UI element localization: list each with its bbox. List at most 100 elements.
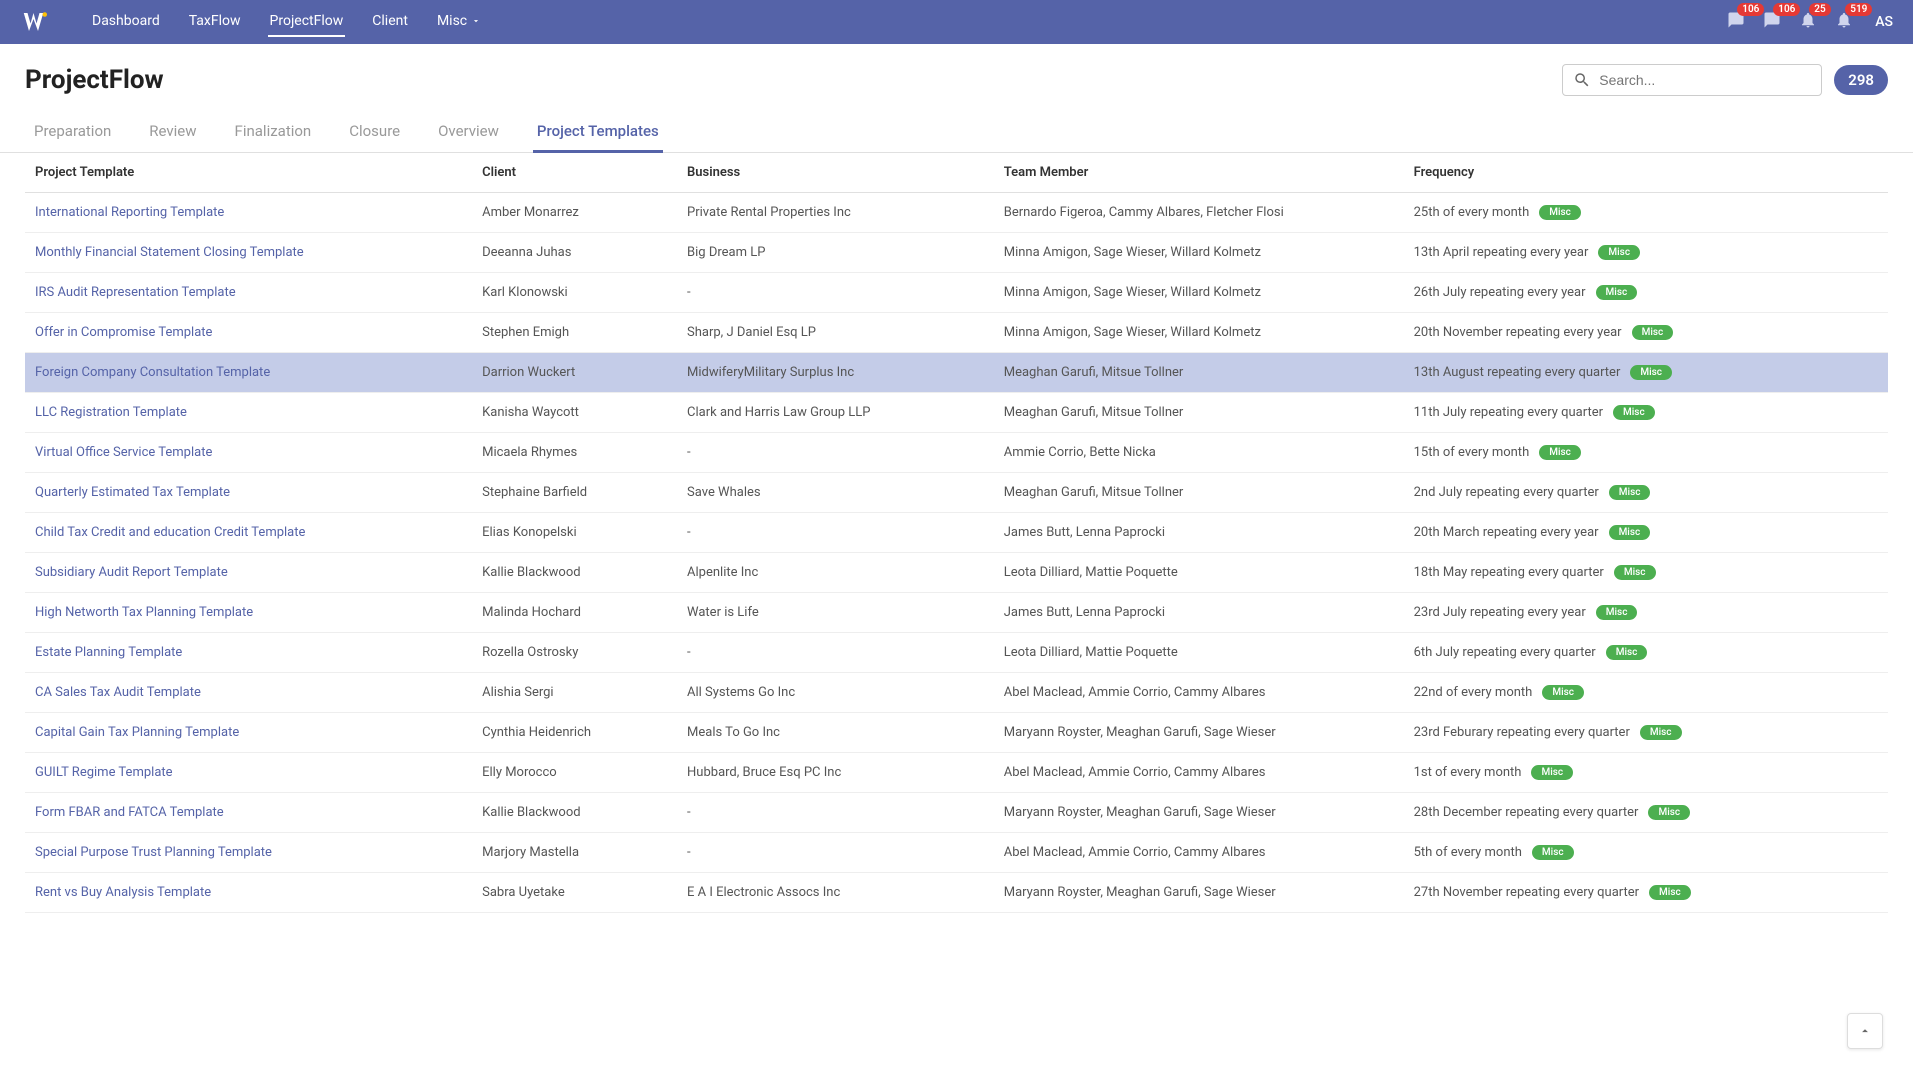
nav-item-projectflow[interactable]: ProjectFlow (268, 7, 346, 37)
table-row[interactable]: Foreign Company Consultation TemplateDar… (25, 353, 1888, 393)
notification-bell-3[interactable]: 519 (1835, 11, 1853, 33)
template-link[interactable]: Rent vs Buy Analysis Template (35, 885, 211, 900)
misc-badge[interactable]: Misc (1649, 885, 1691, 900)
misc-badge[interactable]: Misc (1532, 845, 1574, 860)
table-row[interactable]: Subsidiary Audit Report TemplateKallie B… (25, 553, 1888, 593)
table-row[interactable]: Special Purpose Trust Planning Template M… (25, 833, 1888, 873)
frequency-text: 27th November repeating every quarter (1414, 885, 1639, 900)
business-cell: Alpenlite Inc (677, 553, 994, 593)
nav-item-misc[interactable]: Misc (435, 7, 483, 37)
page-title: ProjectFlow (25, 65, 164, 95)
nav-item-client[interactable]: Client (370, 7, 410, 37)
col-header-client[interactable]: Client (472, 153, 677, 193)
table-row[interactable]: Monthly Financial Statement Closing Temp… (25, 233, 1888, 273)
team-cell: Bernardo Figeroa, Cammy Albares, Fletche… (994, 193, 1404, 233)
nav-item-dashboard[interactable]: Dashboard (90, 7, 162, 37)
template-link[interactable]: Special Purpose Trust Planning Template (35, 845, 272, 860)
business-cell: - (677, 793, 994, 833)
table-row[interactable]: Rent vs Buy Analysis TemplateSabra Uyeta… (25, 873, 1888, 913)
misc-badge[interactable]: Misc (1648, 805, 1690, 820)
client-cell: Kanisha Waycott (472, 393, 677, 433)
template-link[interactable]: CA Sales Tax Audit Template (35, 685, 201, 700)
team-cell: Maryann Royster, Meaghan Garufi, Sage Wi… (994, 793, 1404, 833)
table-wrap: Project Template Client Business Team Me… (0, 153, 1913, 913)
search-box[interactable] (1562, 64, 1822, 96)
templates-table: Project Template Client Business Team Me… (25, 153, 1888, 913)
template-link[interactable]: Foreign Company Consultation Template (35, 365, 270, 380)
business-cell: Hubbard, Bruce Esq PC Inc (677, 753, 994, 793)
misc-badge[interactable]: Misc (1531, 765, 1573, 780)
table-row[interactable]: IRS Audit Representation TemplateKarl Kl… (25, 273, 1888, 313)
col-header-team[interactable]: Team Member (994, 153, 1404, 193)
client-cell: Malinda Hochard (472, 593, 677, 633)
frequency-text: 28th December repeating every quarter (1414, 805, 1639, 820)
misc-badge[interactable]: Misc (1609, 485, 1651, 500)
template-link[interactable]: Capital Gain Tax Planning Template (35, 725, 239, 740)
tab-review[interactable]: Review (145, 112, 200, 153)
tab-closure[interactable]: Closure (345, 112, 404, 153)
table-row[interactable]: CA Sales Tax Audit TemplateAlishia Sergi… (25, 673, 1888, 713)
notification-bell-2[interactable]: 25 (1799, 11, 1817, 33)
misc-badge[interactable]: Misc (1539, 205, 1581, 220)
misc-badge[interactable]: Misc (1539, 445, 1581, 460)
table-row[interactable]: Quarterly Estimated Tax Template Stephain… (25, 473, 1888, 513)
misc-badge[interactable]: Misc (1606, 645, 1648, 660)
table-row[interactable]: GUILT Regime TemplateElly MoroccoHubbard… (25, 753, 1888, 793)
table-row[interactable]: International Reporting TemplateAmber Mo… (25, 193, 1888, 233)
misc-badge[interactable]: Misc (1630, 365, 1672, 380)
template-link[interactable]: LLC Registration Template (35, 405, 187, 420)
table-row[interactable]: Child Tax Credit and education Credit Te… (25, 513, 1888, 553)
template-link[interactable]: Quarterly Estimated Tax Template (35, 485, 230, 500)
table-row[interactable]: Offer in Compromise TemplateStephen Emig… (25, 313, 1888, 353)
table-row[interactable]: Form FBAR and FATCA TemplateKallie Black… (25, 793, 1888, 833)
notification-chat-0[interactable]: 106 (1727, 11, 1745, 33)
business-cell: - (677, 833, 994, 873)
tab-overview[interactable]: Overview (434, 112, 503, 153)
misc-badge[interactable]: Misc (1614, 565, 1656, 580)
template-link[interactable]: Monthly Financial Statement Closing Temp… (35, 245, 304, 260)
table-row[interactable]: Virtual Office Service TemplateMicaela R… (25, 433, 1888, 473)
misc-badge[interactable]: Misc (1596, 285, 1638, 300)
template-link[interactable]: Child Tax Credit and education Credit Te… (35, 525, 305, 540)
template-link[interactable]: Subsidiary Audit Report Template (35, 565, 228, 580)
template-link[interactable]: GUILT Regime Template (35, 765, 173, 780)
scroll-top-button[interactable] (1847, 1013, 1883, 1049)
topbar-right: 106 106 25 519 AS (1727, 11, 1893, 33)
template-link[interactable]: Form FBAR and FATCA Template (35, 805, 224, 820)
misc-badge[interactable]: Misc (1542, 685, 1584, 700)
notification-badge: 519 (1845, 3, 1872, 16)
table-row[interactable]: Capital Gain Tax Planning TemplateCynthi… (25, 713, 1888, 753)
tab-finalization[interactable]: Finalization (231, 112, 316, 153)
client-cell: Stephaine Barfield (472, 473, 677, 513)
misc-badge[interactable]: Misc (1609, 525, 1651, 540)
template-link[interactable]: IRS Audit Representation Template (35, 285, 236, 300)
frequency-text: 26th July repeating every year (1414, 285, 1586, 300)
app-logo[interactable] (20, 7, 50, 37)
template-link[interactable]: High Networth Tax Planning Template (35, 605, 253, 620)
nav-item-taxflow[interactable]: TaxFlow (187, 7, 243, 37)
tab-preparation[interactable]: Preparation (30, 112, 115, 153)
col-header-template[interactable]: Project Template (25, 153, 472, 193)
frequency-text: 5th of every month (1414, 845, 1522, 860)
template-link[interactable]: International Reporting Template (35, 205, 224, 220)
team-cell: Abel Maclead, Ammie Corrio, Cammy Albare… (994, 753, 1404, 793)
notification-badge: 25 (1809, 3, 1830, 16)
table-row[interactable]: Estate Planning TemplateRozella Ostrosky… (25, 633, 1888, 673)
misc-badge[interactable]: Misc (1596, 605, 1638, 620)
template-link[interactable]: Estate Planning Template (35, 645, 182, 660)
tab-project-templates[interactable]: Project Templates (533, 112, 663, 153)
template-link[interactable]: Offer in Compromise Template (35, 325, 212, 340)
table-row[interactable]: LLC Registration Template Kanisha Waycott… (25, 393, 1888, 433)
search-input[interactable] (1599, 72, 1811, 88)
misc-badge[interactable]: Misc (1632, 325, 1674, 340)
col-header-frequency[interactable]: Frequency (1404, 153, 1888, 193)
misc-badge[interactable]: Misc (1640, 725, 1682, 740)
notification-chat-1[interactable]: 106 (1763, 11, 1781, 33)
misc-badge[interactable]: Misc (1598, 245, 1640, 260)
notification-badge: 106 (1773, 3, 1800, 16)
misc-badge[interactable]: Misc (1613, 405, 1655, 420)
table-row[interactable]: High Networth Tax Planning Template Malin… (25, 593, 1888, 633)
user-initials[interactable]: AS (1875, 14, 1893, 30)
template-link[interactable]: Virtual Office Service Template (35, 445, 212, 460)
col-header-business[interactable]: Business (677, 153, 994, 193)
